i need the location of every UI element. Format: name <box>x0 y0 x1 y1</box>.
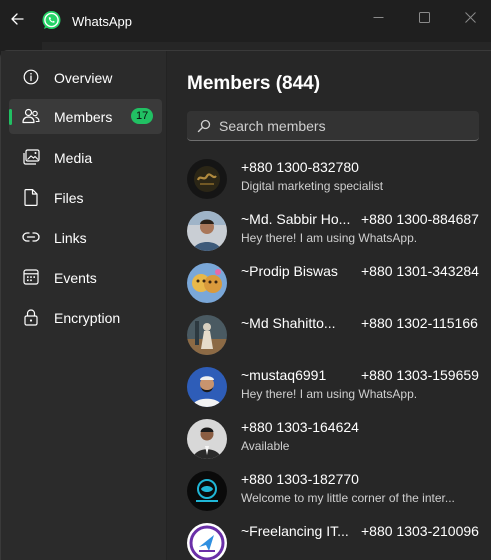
member-list-item[interactable]: ~Md. Sabbir Ho... +880 1300-884687 Hey t… <box>187 211 491 263</box>
sidebar-item-label: Overview <box>54 70 113 86</box>
sidebar-item-encryption[interactable]: Encryption <box>9 300 162 335</box>
sidebar-item-events[interactable]: Events <box>9 260 162 295</box>
member-name: +880 1303-182770 <box>241 471 359 487</box>
title-bar: WhatsApp <box>0 0 491 40</box>
sidebar-item-members[interactable]: Members 17 <box>9 99 162 134</box>
member-name: ~Prodip Biswas <box>241 263 338 279</box>
whatsapp-logo-icon <box>41 10 62 31</box>
people-icon <box>22 107 40 125</box>
member-status: Hey there! I am using WhatsApp. <box>241 387 418 401</box>
sidebar-item-overview[interactable]: Overview <box>9 60 162 95</box>
sidebar-item-label: Media <box>54 150 93 166</box>
sidebar-item-links[interactable]: Links <box>9 220 162 255</box>
calendar-icon <box>22 268 40 286</box>
avatar <box>187 263 227 303</box>
member-name: ~Md. Sabbir Ho... <box>241 211 351 227</box>
close-icon <box>464 11 476 23</box>
media-icon <box>22 148 40 166</box>
link-icon <box>22 228 40 246</box>
arrow-left-icon <box>11 13 24 25</box>
member-name: +880 1303-164624 <box>241 419 359 435</box>
group-info-panel: Overview Members 17 Media Files Links Ev… <box>0 50 491 560</box>
member-name: +880 1300-832780 <box>241 159 359 175</box>
member-phone: +880 1300-884687 <box>361 211 479 227</box>
sidebar-item-label: Encryption <box>54 310 121 326</box>
maximize-icon <box>418 11 430 23</box>
info-icon <box>22 68 40 86</box>
member-name: ~Freelancing IT... <box>241 523 349 539</box>
sidebar-item-label: Files <box>54 190 84 206</box>
avatar <box>187 471 227 511</box>
search-icon <box>197 119 211 133</box>
maximize-button[interactable] <box>412 6 436 28</box>
member-phone: +880 1303-210096 <box>361 523 479 539</box>
search-input[interactable]: Search members <box>187 111 479 141</box>
members-count-badge: 17 <box>131 108 154 124</box>
member-name: ~Md Shahitto... <box>241 315 336 331</box>
app-title: WhatsApp <box>72 14 132 29</box>
member-list-item[interactable]: +880 1303-164624 Available <box>187 419 491 471</box>
member-list-item[interactable]: ~Md Shahitto... +880 1302-115166 <box>187 315 491 367</box>
member-phone: +880 1303-159659 <box>361 367 479 383</box>
search-placeholder: Search members <box>219 118 326 134</box>
sidebar-item-label: Events <box>54 270 97 286</box>
file-icon <box>22 188 40 206</box>
avatar <box>187 367 227 407</box>
lock-icon <box>22 308 40 326</box>
page-title: Members (844) <box>187 73 321 94</box>
member-list-item[interactable]: ~Freelancing IT... +880 1303-210096 <box>187 523 491 560</box>
member-name: ~mustaq6991 <box>241 367 327 383</box>
avatar <box>187 419 227 459</box>
avatar <box>187 159 227 199</box>
active-indicator <box>9 109 12 125</box>
sidebar-item-media[interactable]: Media <box>9 140 162 175</box>
member-list-item[interactable]: +880 1300-832780 Digital marketing speci… <box>187 159 491 211</box>
member-status: Hey there! I am using WhatsApp. <box>241 231 418 245</box>
sidebar-item-files[interactable]: Files <box>9 180 162 215</box>
back-button[interactable] <box>6 8 28 30</box>
minimize-icon <box>373 16 383 18</box>
member-status: Available <box>241 439 290 453</box>
member-status: Welcome to my little corner of the inter… <box>241 491 455 505</box>
sidebar: Overview Members 17 Media Files Links Ev… <box>1 51 167 560</box>
sidebar-item-label: Members <box>54 109 113 125</box>
sidebar-item-label: Links <box>54 230 87 246</box>
avatar <box>187 523 227 560</box>
avatar <box>187 211 227 251</box>
close-button[interactable] <box>458 6 482 28</box>
member-phone: +880 1301-343284 <box>361 263 479 279</box>
member-list-item[interactable]: ~mustaq6991 +880 1303-159659 Hey there! … <box>187 367 491 419</box>
member-list-item[interactable]: ~Prodip Biswas +880 1301-343284 <box>187 263 491 315</box>
members-pane: Members (844) Search members +880 1300-8… <box>167 51 491 560</box>
minimize-button[interactable] <box>366 6 390 28</box>
member-status: Digital marketing specialist <box>241 179 384 193</box>
member-phone: +880 1302-115166 <box>361 315 478 331</box>
member-list-item[interactable]: +880 1303-182770 Welcome to my little co… <box>187 471 491 523</box>
avatar <box>187 315 227 355</box>
